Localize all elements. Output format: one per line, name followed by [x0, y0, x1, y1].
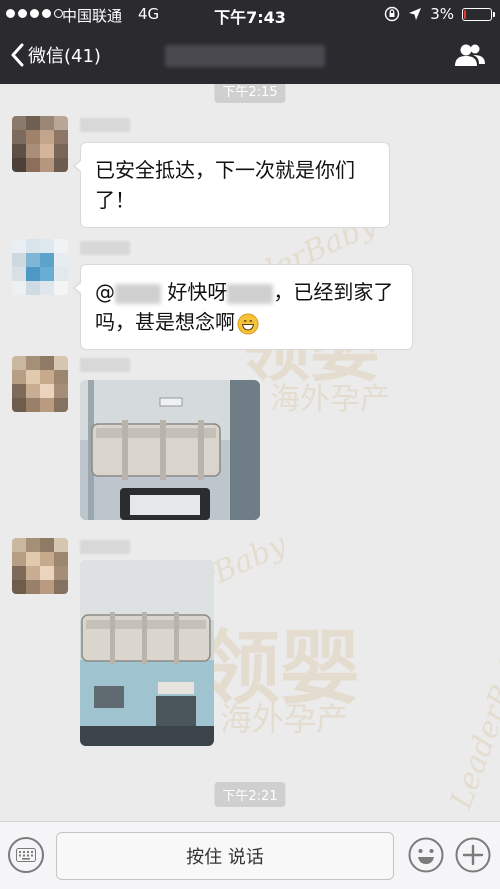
sender-name-blurred: [80, 358, 130, 372]
watermark-tagline: 海外孕产: [220, 700, 349, 738]
watermark-cn: 领婴: [200, 621, 360, 715]
status-bar: 中国联通 4G 下午7:43 3%: [0, 0, 500, 28]
chat-area[interactable]: LeaderBaby 领婴 海外孕产 LeaderBaby 领婴 海外孕产 Le…: [0, 84, 500, 821]
chat-title-blurred: [165, 45, 325, 67]
hold-to-talk-button[interactable]: 按住 说话: [56, 832, 394, 880]
message-bubble[interactable]: 已安全抵达，下一次就是你们了！: [73, 142, 390, 228]
photo-message[interactable]: [80, 380, 260, 520]
chevron-left-icon: [11, 43, 24, 67]
airplane-bassinet-photo: [80, 380, 260, 520]
airplane-bassinet-photo: [80, 560, 214, 746]
avatar[interactable]: [12, 116, 68, 172]
battery-icon: [462, 7, 495, 21]
photo-message[interactable]: [80, 560, 214, 746]
watermark-tagline: 海外孕产: [270, 382, 390, 417]
chat-input-bar: 按住 说话: [0, 821, 500, 889]
message-bubble[interactable]: @ 好快呀 ，已经到家了吗，甚是想念啊: [73, 264, 413, 350]
message-text: 好快呀: [161, 280, 228, 304]
sender-name-blurred: [80, 540, 130, 554]
avatar[interactable]: [12, 538, 68, 594]
mention-prefix: @: [95, 280, 115, 304]
orientation-lock-icon: [385, 6, 400, 22]
nav-bar: 微信(41): [0, 28, 500, 84]
grinning-face-icon: [237, 313, 259, 334]
location-icon: [409, 8, 422, 20]
mention-name-blurred: [115, 283, 161, 304]
chat-timestamp: 下午2:21: [214, 782, 286, 807]
battery-percent: 3%: [430, 5, 454, 23]
mention-name-blurred: [227, 283, 274, 304]
emoji-icon[interactable]: [408, 837, 444, 873]
keyboard-toggle-button[interactable]: [8, 837, 44, 873]
keyboard-icon: [16, 848, 36, 862]
avatar[interactable]: [12, 356, 68, 412]
sender-name-blurred: [80, 241, 130, 255]
contacts-icon[interactable]: [454, 42, 486, 68]
sender-name-blurred: [80, 118, 130, 132]
status-right-group: 3%: [384, 5, 495, 23]
back-label: 微信(41): [28, 46, 101, 67]
back-button[interactable]: 微信(41): [10, 42, 101, 68]
message-text: 已安全抵达，下一次就是你们了！: [95, 158, 355, 212]
chat-timestamp: 下午2:15: [214, 84, 286, 103]
avatar[interactable]: [12, 239, 68, 295]
plus-icon[interactable]: [455, 837, 491, 873]
watermark-brand: LeaderBaby: [443, 629, 500, 814]
